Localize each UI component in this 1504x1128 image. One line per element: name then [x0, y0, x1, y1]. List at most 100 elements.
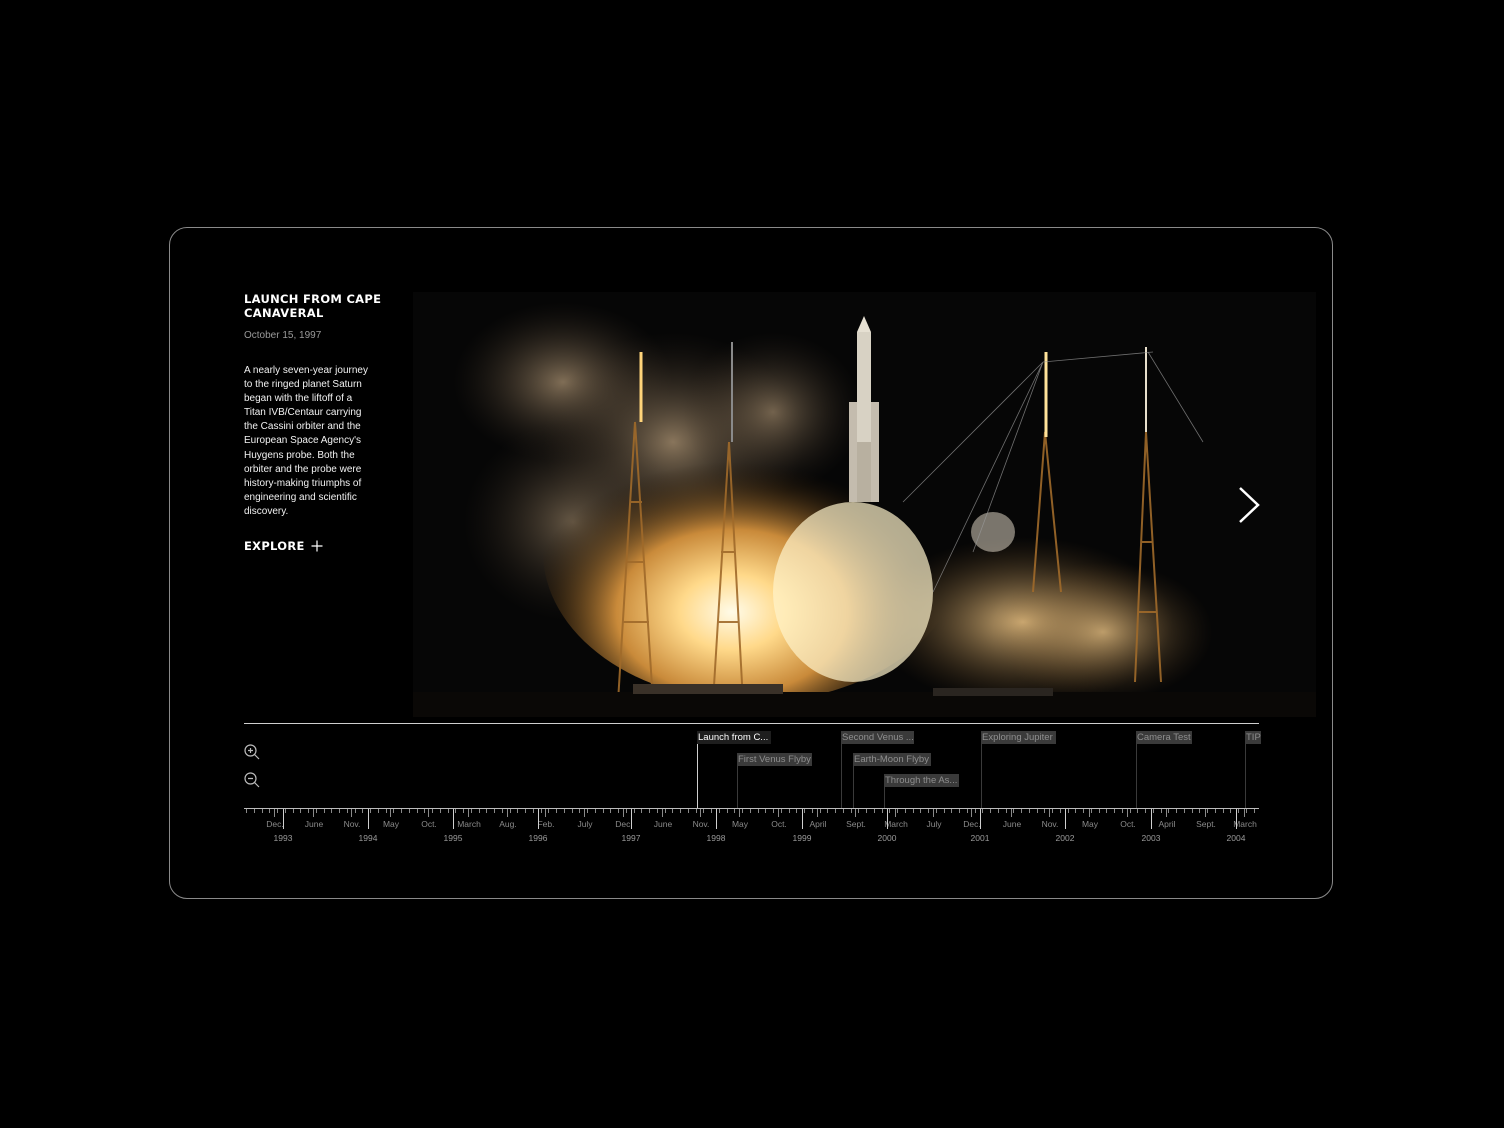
axis-year-tick — [368, 809, 369, 829]
axis-minor-tick — [928, 809, 929, 813]
event-marker-line — [853, 766, 854, 808]
axis-year-label: 2003 — [1141, 833, 1161, 843]
axis-month-tick — [428, 809, 429, 817]
axis-month-tick — [1244, 809, 1245, 817]
axis-minor-tick — [1161, 809, 1162, 813]
zoom-out-button[interactable] — [243, 771, 261, 789]
axis-month-tick — [545, 809, 546, 817]
timeline-event[interactable]: TIP — [1245, 731, 1261, 744]
axis-month-label: May — [731, 819, 749, 829]
axis-minor-tick — [765, 809, 766, 813]
axis-year-tick — [887, 809, 888, 829]
timeline-event[interactable]: Launch from C... — [697, 731, 771, 744]
axis-minor-tick — [277, 809, 278, 813]
timeline-event[interactable]: Through the As... — [884, 774, 959, 787]
axis-month-tick — [507, 809, 508, 817]
axis-minor-tick — [254, 809, 255, 813]
axis-month-label: July — [926, 819, 942, 829]
axis-minor-tick — [432, 809, 433, 813]
axis-minor-tick — [463, 809, 464, 813]
axis-minor-tick — [719, 809, 720, 813]
axis-minor-tick — [1075, 809, 1076, 813]
axis-minor-tick — [835, 809, 836, 813]
axis-month-tick — [1089, 809, 1090, 817]
axis-minor-tick — [820, 809, 821, 813]
axis-year-tick — [283, 809, 284, 829]
axis-minor-tick — [556, 809, 557, 813]
axis-minor-tick — [812, 809, 813, 813]
next-slide-button[interactable] — [1232, 484, 1266, 526]
axis-minor-tick — [393, 809, 394, 813]
axis-minor-tick — [1122, 809, 1123, 813]
axis-year-label: 1995 — [443, 833, 463, 843]
axis-minor-tick — [401, 809, 402, 813]
axis-month-label: April — [1158, 819, 1176, 829]
axis-month-tick — [390, 809, 391, 817]
axis-year-tick — [538, 809, 539, 829]
timeline-event[interactable]: First Venus Flyby — [737, 753, 812, 766]
timeline-event[interactable]: Camera Test — [1136, 731, 1192, 744]
axis-minor-tick — [1044, 809, 1045, 813]
axis-month-tick — [1166, 809, 1167, 817]
timeline-divider — [244, 723, 1259, 724]
axis-month-label: Oct. — [421, 819, 437, 829]
axis-minor-tick — [649, 809, 650, 813]
axis-minor-tick — [742, 809, 743, 813]
axis-minor-tick — [1192, 809, 1193, 813]
event-marker-line — [697, 744, 698, 808]
timeline-event[interactable]: Earth-Moon Flyby — [853, 753, 931, 766]
axis-month-tick — [584, 809, 585, 817]
axis-minor-tick — [665, 809, 666, 813]
axis-minor-tick — [951, 809, 952, 813]
axis-year-label: 2001 — [970, 833, 990, 843]
axis-minor-tick — [1145, 809, 1146, 813]
axis-minor-tick — [603, 809, 604, 813]
axis-month-label: Nov. — [692, 819, 710, 829]
axis-month-label: May — [382, 819, 400, 829]
explore-button[interactable]: EXPLORE — [244, 539, 323, 553]
axis-minor-tick — [727, 809, 728, 813]
axis-month-tick — [1049, 809, 1050, 817]
axis-minor-tick — [1137, 809, 1138, 813]
axis-year-label: 1994 — [358, 833, 378, 843]
axis-minor-tick — [626, 809, 627, 813]
axis-minor-tick — [510, 809, 511, 813]
axis-minor-tick — [1176, 809, 1177, 813]
axis-minor-tick — [339, 809, 340, 813]
axis-minor-tick — [1029, 809, 1030, 813]
axis-minor-tick — [773, 809, 774, 813]
axis-minor-tick — [579, 809, 580, 813]
axis-month-tick — [313, 809, 314, 817]
axis-month-tick — [351, 809, 352, 817]
axis-year-label: 1999 — [792, 833, 812, 843]
axis-minor-tick — [967, 809, 968, 813]
zoom-in-button[interactable] — [243, 743, 261, 761]
axis-month-label: March — [457, 819, 481, 829]
axis-year-label: 1997 — [621, 833, 641, 843]
axis-minor-tick — [1207, 809, 1208, 813]
axis-month-label: June — [653, 819, 673, 829]
axis-month-tick — [1011, 809, 1012, 817]
axis-minor-tick — [1215, 809, 1216, 813]
axis-minor-tick — [525, 809, 526, 813]
timeline-event[interactable]: Exploring Jupiter — [981, 731, 1056, 744]
timeline-event[interactable]: Second Venus ... — [841, 731, 914, 744]
axis-minor-tick — [1083, 809, 1084, 813]
axis-month-tick — [468, 809, 469, 817]
axis-minor-tick — [486, 809, 487, 813]
axis-minor-tick — [471, 809, 472, 813]
axis-minor-tick — [657, 809, 658, 813]
axis-minor-tick — [889, 809, 890, 813]
axis-minor-tick — [874, 809, 875, 813]
axis-month-tick — [817, 809, 818, 817]
axis-minor-tick — [866, 809, 867, 813]
axis-month-tick — [778, 809, 779, 817]
axis-minor-tick — [781, 809, 782, 813]
axis-minor-tick — [789, 809, 790, 813]
axis-year-tick — [1065, 809, 1066, 829]
axis-month-label: Oct. — [1120, 819, 1136, 829]
axis-minor-tick — [548, 809, 549, 813]
explore-label: EXPLORE — [244, 539, 305, 553]
axis-year-tick — [980, 809, 981, 829]
axis-month-label: Nov. — [343, 819, 361, 829]
